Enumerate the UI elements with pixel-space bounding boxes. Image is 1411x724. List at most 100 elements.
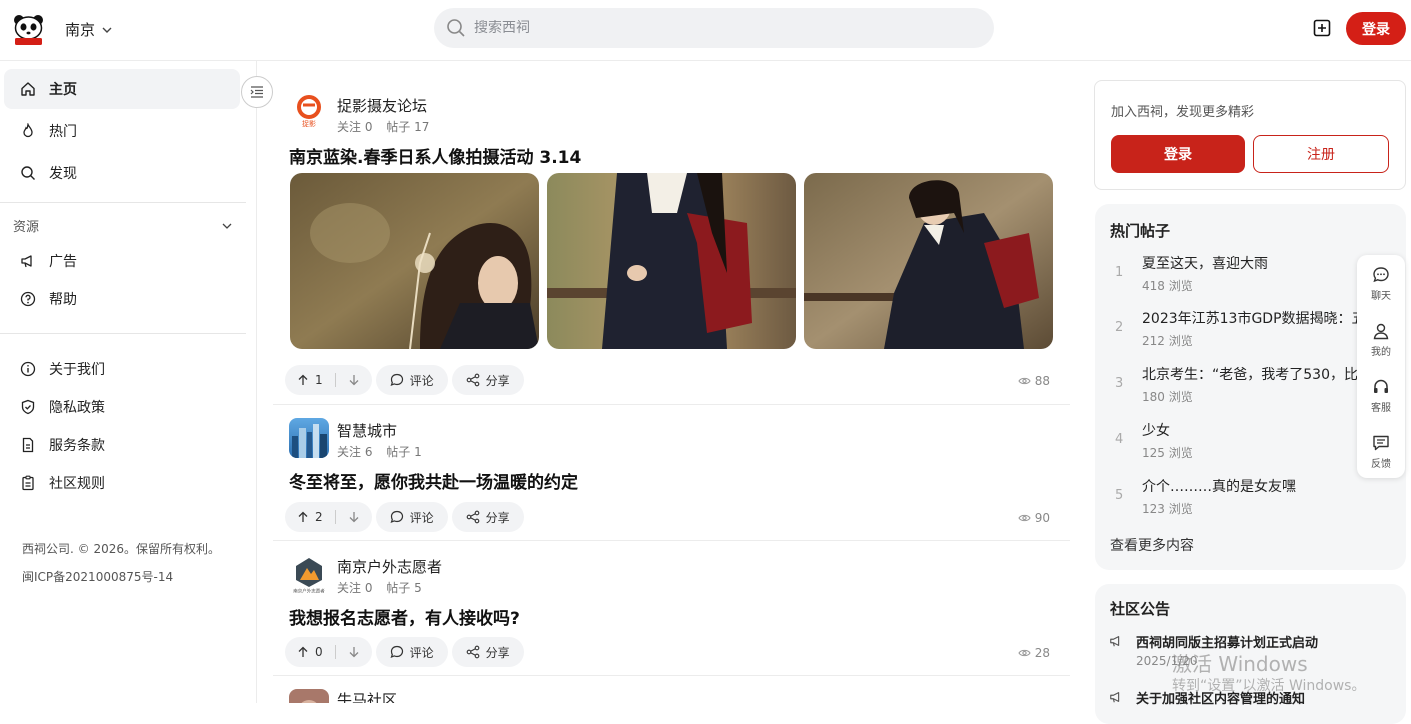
search-input[interactable] xyxy=(474,20,954,36)
post-count: 帖子 5 xyxy=(386,581,422,595)
sidebar-item-about[interactable]: 关于我们 xyxy=(4,349,240,389)
downvote-icon[interactable] xyxy=(348,511,360,523)
community-name[interactable]: 智慧城市 xyxy=(337,420,397,441)
join-prompt: 加入西祠，发现更多精彩 xyxy=(1111,105,1255,120)
post-title[interactable]: 南京蓝染.春季日系人像拍摄活动 3.14 xyxy=(289,143,581,168)
city-selector[interactable]: 南京 xyxy=(65,19,113,40)
comment-button[interactable]: 评论 xyxy=(375,365,448,395)
post-title[interactable]: 我想报名志愿者，有人接收吗? xyxy=(289,604,520,629)
hot-post-views: 125 浏览 xyxy=(1142,446,1193,460)
comment-label: 评论 xyxy=(409,645,434,660)
community-name[interactable]: 牛马社区 xyxy=(337,689,397,703)
sidebar-item-hot[interactable]: 热门 xyxy=(4,111,240,151)
community-name[interactable]: 南京户外志愿者 xyxy=(337,556,442,577)
login-button[interactable]: 登录 xyxy=(1346,12,1406,45)
post-card[interactable]: 南京户外志愿者 南京户外志愿者 关注 0 帖子 5 我想报名志愿者，有人接收吗?… xyxy=(273,541,1070,676)
post-photo[interactable] xyxy=(547,173,796,349)
vote-control: 1 xyxy=(285,365,372,395)
icp-link[interactable]: 闽ICP备2021000875号-14 xyxy=(22,568,173,585)
profile-label: 我的 xyxy=(1371,347,1391,358)
upvote-icon[interactable] xyxy=(297,646,309,658)
sidebar-item-label: 帮助 xyxy=(49,292,77,308)
share-label: 分享 xyxy=(485,510,510,525)
copyright-text: 西祠公司. © 2026。保留所有权利。 xyxy=(22,542,220,556)
post-card[interactable]: 牛马社区 xyxy=(273,676,1070,703)
vote-separator xyxy=(334,373,336,387)
sidebar-item-rules[interactable]: 社区规则 xyxy=(4,463,240,503)
comment-button[interactable]: 评论 xyxy=(375,637,448,667)
sidebar-item-home[interactable]: 主页 xyxy=(4,69,240,109)
chevron-down-icon xyxy=(221,220,233,232)
community-avatar[interactable]: 南京户外志愿者 xyxy=(289,554,329,594)
register-button[interactable]: 注册 xyxy=(1253,135,1389,173)
hot-rank: 4 xyxy=(1115,432,1124,447)
resources-title: 资源 xyxy=(13,220,40,235)
post-actions: 2 评论 分享 xyxy=(285,502,524,532)
post-photo[interactable] xyxy=(290,173,539,349)
share-label: 分享 xyxy=(485,645,510,660)
sidebar-item-help[interactable]: 帮助 xyxy=(4,279,240,319)
announcement-card: 社区公告 西祠胡同版主招募计划正式启动 2025/1/20 关于加强社区内容管理… xyxy=(1095,584,1406,724)
chat-label: 聊天 xyxy=(1371,291,1391,302)
hot-post-title[interactable]: 介个………真的是女友嘿 xyxy=(1142,476,1406,496)
sidebar-item-ads[interactable]: 广告 xyxy=(4,241,240,281)
share-button[interactable]: 分享 xyxy=(451,637,524,667)
vote-count: 2 xyxy=(315,510,323,524)
search-bar[interactable] xyxy=(434,8,994,48)
post-count: 帖子 1 xyxy=(386,445,422,459)
resources-header[interactable]: 资源 xyxy=(13,216,233,235)
upvote-icon[interactable] xyxy=(297,511,309,523)
megaphone-icon xyxy=(1109,634,1123,648)
create-post-icon[interactable] xyxy=(1312,18,1332,38)
fire-icon xyxy=(20,123,36,139)
profile-button[interactable]: 我的 xyxy=(1357,314,1405,366)
user-icon xyxy=(1372,322,1390,340)
panda-logo[interactable] xyxy=(12,13,45,45)
help-icon xyxy=(20,291,36,307)
upvote-icon[interactable] xyxy=(297,374,309,386)
megaphone-icon xyxy=(1109,690,1123,704)
view-count: 28 xyxy=(1018,646,1050,660)
hot-post-item[interactable]: 5 介个………真的是女友嘿 123 浏览 xyxy=(1095,476,1406,526)
community-stats: 关注 6 帖子 1 xyxy=(337,443,432,460)
community-avatar[interactable] xyxy=(289,689,329,703)
announcement-item-title[interactable]: 关于加强社区内容管理的通知 xyxy=(1136,688,1305,707)
svg-text:捉影: 捉影 xyxy=(302,119,316,128)
feedback-button[interactable]: 反馈 xyxy=(1357,426,1405,478)
info-icon xyxy=(20,361,36,377)
left-sidebar: 主页 热门 发现 资源 广告 帮助 关于我们 隐私政策 服务条款 社区规则 西祠… xyxy=(0,61,257,703)
hot-post-views: 123 浏览 xyxy=(1142,502,1193,516)
sidebar-item-discover[interactable]: 发现 xyxy=(4,153,240,193)
comment-button[interactable]: 评论 xyxy=(375,502,448,532)
announcement-item-title[interactable]: 西祠胡同版主招募计划正式启动 xyxy=(1136,632,1318,651)
view-count: 88 xyxy=(1018,374,1050,388)
comment-icon xyxy=(390,510,404,524)
downvote-icon[interactable] xyxy=(348,646,360,658)
post-card[interactable]: 智慧城市 关注 6 帖子 1 冬至将至，愿你我共赴一场温暖的约定 2 评论 分享… xyxy=(273,405,1070,541)
comment-label: 评论 xyxy=(409,373,434,388)
post-title[interactable]: 冬至将至，愿你我共赴一场温暖的约定 xyxy=(289,468,578,493)
hot-posts-title: 热门帖子 xyxy=(1110,222,1171,240)
chat-button[interactable]: 聊天 xyxy=(1357,258,1405,310)
sidebar-item-privacy[interactable]: 隐私政策 xyxy=(4,387,240,427)
feedback-label: 反馈 xyxy=(1371,459,1391,470)
hot-rank: 3 xyxy=(1115,376,1124,391)
community-avatar[interactable] xyxy=(289,418,329,458)
sidebar-item-label: 服务条款 xyxy=(49,438,105,454)
announcement-item-date: 2025/1/20 xyxy=(1136,654,1198,668)
join-login-button[interactable]: 登录 xyxy=(1111,135,1245,173)
sidebar-divider xyxy=(0,333,246,334)
collapse-sidebar-button[interactable] xyxy=(241,76,273,108)
community-name[interactable]: 捉影摄友论坛 xyxy=(337,95,427,116)
downvote-icon[interactable] xyxy=(348,374,360,386)
post-photo[interactable] xyxy=(804,173,1053,349)
share-button[interactable]: 分享 xyxy=(451,365,524,395)
post-card[interactable]: 捉影 捉影摄友论坛 关注 0 帖子 17 南京蓝染.春季日系人像拍摄活动 3.1… xyxy=(273,75,1070,405)
document-icon xyxy=(20,437,36,453)
view-more-link[interactable]: 查看更多内容 xyxy=(1110,535,1194,555)
sidebar-item-label: 社区规则 xyxy=(49,476,105,492)
share-button[interactable]: 分享 xyxy=(451,502,524,532)
community-avatar[interactable]: 捉影 xyxy=(289,93,329,133)
support-button[interactable]: 客服 xyxy=(1357,370,1405,422)
sidebar-item-terms[interactable]: 服务条款 xyxy=(4,425,240,465)
